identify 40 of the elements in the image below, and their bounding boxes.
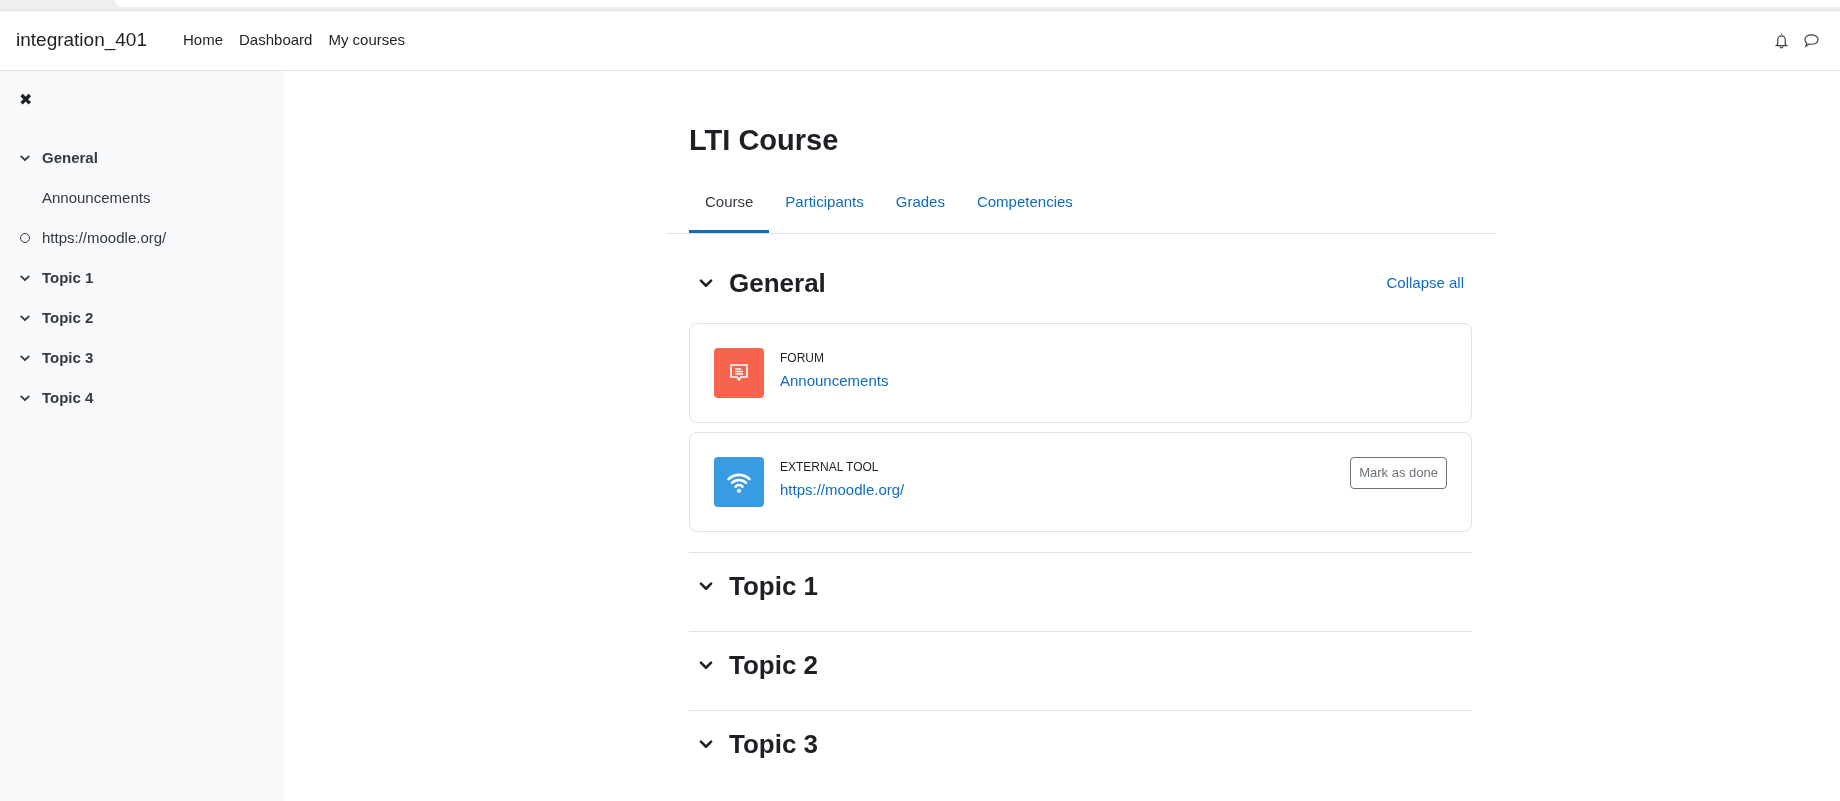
nav-link[interactable]: Home (183, 29, 223, 52)
site-name[interactable]: integration_401 (16, 26, 147, 55)
chevron-icon[interactable] (20, 314, 30, 322)
course-tab[interactable]: Competencies (960, 176, 1089, 233)
course-tab[interactable]: Grades (879, 176, 961, 233)
activity-link[interactable]: Announcements (780, 370, 1447, 393)
sidebar-activity-link[interactable]: Announcements (42, 186, 151, 210)
collapse-all-link[interactable]: Collapse all (1386, 272, 1464, 295)
chat-bubble-icon[interactable] (1803, 33, 1820, 48)
chevron-icon[interactable] (699, 582, 713, 591)
nav-link[interactable]: My courses (328, 29, 406, 52)
activity-type-label: EXTERNAL TOOL (780, 459, 880, 477)
notification-bell-icon[interactable] (1774, 32, 1789, 49)
sidebar-section-link[interactable]: Topic 2 (42, 306, 94, 330)
wifi-icon (714, 457, 764, 507)
mark-as-done-button[interactable]: Mark as done (1350, 457, 1447, 489)
sidebar-section-link[interactable]: Topic 3 (42, 346, 94, 370)
activity-link[interactable]: https://moodle.org/ (780, 479, 1351, 502)
chevron-icon[interactable] (699, 279, 713, 288)
sidebar-section-link[interactable]: Topic 4 (42, 386, 94, 410)
activity-type-label: FORUM (780, 350, 825, 368)
section-heading: Topic 1 (729, 570, 820, 603)
sidebar-section-link[interactable]: Topic 1 (42, 266, 94, 290)
course-tab[interactable]: Course (689, 176, 770, 233)
section-heading: Topic 3 (729, 728, 820, 761)
forum-icon (714, 348, 764, 398)
chevron-icon[interactable] (20, 394, 30, 402)
sidebar-section-link[interactable]: General (42, 146, 98, 170)
chevron-icon[interactable] (699, 740, 713, 749)
chevron-icon[interactable] (20, 354, 30, 362)
section-heading: General (729, 267, 827, 300)
section-heading: Topic 2 (729, 649, 820, 682)
course-title: LTI Course (689, 123, 840, 158)
nav-link[interactable]: Dashboard (239, 29, 313, 52)
close-button[interactable]: ✖ (19, 92, 32, 108)
sidebar-activity-link[interactable]: https://moodle.org/ (42, 226, 167, 250)
chevron-icon[interactable] (699, 661, 713, 670)
course-tab[interactable]: Participants (769, 176, 880, 233)
chevron-icon[interactable] (20, 154, 30, 162)
chevron-icon[interactable] (20, 274, 30, 282)
